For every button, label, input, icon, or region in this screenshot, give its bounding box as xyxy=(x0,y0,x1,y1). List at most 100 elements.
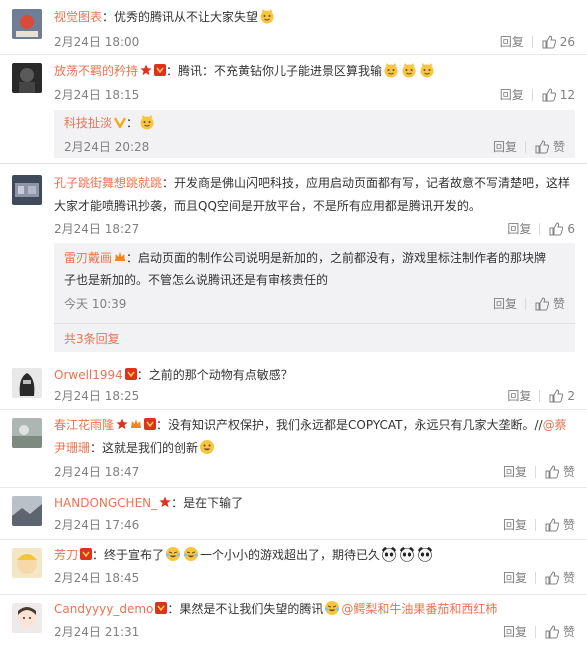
reply-button[interactable]: 回复 xyxy=(507,388,531,404)
username-link[interactable]: 春江花雨隆 xyxy=(54,418,114,432)
avatar[interactable] xyxy=(12,548,42,578)
vip-badge-icon xyxy=(80,548,93,560)
reply-username-link[interactable]: 雷刃戴画 xyxy=(64,251,112,265)
like-button[interactable]: 12 xyxy=(542,87,575,103)
more-replies-link[interactable]: 共3条回复 xyxy=(64,331,120,347)
mention-link[interactable]: 尹珊珊 xyxy=(54,441,90,455)
reply-button[interactable]: 回复 xyxy=(503,517,527,533)
like-button[interactable]: 赞 xyxy=(535,296,565,312)
like-button[interactable]: 赞 xyxy=(545,624,575,640)
like-button[interactable]: 赞 xyxy=(545,570,575,586)
comment-time: 2月24日 21:31 xyxy=(54,625,140,639)
comment-item: Orwell1994 ：之前的那个动物有点敏感？ 2月24日 18:25 回复 2 xyxy=(0,359,587,410)
like-label: 赞 xyxy=(562,465,575,479)
username-link[interactable]: HANDONGCHEN_ xyxy=(54,496,157,510)
avatar-image xyxy=(12,496,42,526)
avatar-image xyxy=(12,175,42,205)
comment-item: 春江花雨隆 ：没有知识产权保护，我们永远都是COPYCAT，永远只有几家大垄断。/… xyxy=(0,409,587,488)
divider xyxy=(0,163,587,164)
comment-text: ：终于宣布了 xyxy=(92,548,165,562)
reply-button[interactable]: 回复 xyxy=(493,139,517,155)
crown-badge-icon xyxy=(115,252,126,261)
comment-time: 2月24日 18:27 xyxy=(54,222,140,236)
comment-text: 一个小小的游戏超出了，期待已久 xyxy=(200,548,381,562)
divider xyxy=(524,298,526,310)
thumbs-up-icon xyxy=(545,571,559,585)
username-link[interactable]: 孔子跳街舞想跳就跳 xyxy=(54,176,162,190)
reply-box: 科技扯淡 ： 2月24日 20:28 回复 赞 xyxy=(54,110,575,158)
like-label: 赞 xyxy=(552,140,565,154)
comment-actions: 回复 赞 xyxy=(503,570,575,586)
reply-button[interactable]: 回复 xyxy=(503,464,527,480)
like-count: 6 xyxy=(567,222,575,236)
reply-button[interactable]: 回复 xyxy=(493,296,517,312)
avatar[interactable] xyxy=(12,603,42,633)
avatar[interactable] xyxy=(12,175,42,205)
avatar-image xyxy=(12,9,42,39)
avatar-image xyxy=(12,63,42,93)
like-count: 2 xyxy=(567,389,575,403)
username-link[interactable]: Candyyyy_demo xyxy=(54,602,153,616)
avatar[interactable] xyxy=(12,496,42,526)
comment-actions: 回复 12 xyxy=(500,87,575,103)
reply-username-link[interactable]: 科技扯淡 xyxy=(64,116,112,130)
reply-button[interactable]: 回复 xyxy=(500,87,524,103)
mention-link[interactable]: @鳄梨和牛油果番茄和西红柿 xyxy=(341,602,497,616)
thumbs-up-icon xyxy=(535,140,549,154)
reply-text: 子也是新加的。不管怎么说腾讯还是有审核责任的 xyxy=(64,273,329,287)
mention-link[interactable]: @蔡 xyxy=(543,418,567,432)
smiley-cat-emoji xyxy=(402,63,416,78)
comment-item: 视觉图表：优秀的腾讯从不让大家失望 2月24日 18:00 回复 26 xyxy=(0,0,587,55)
star-badge-icon xyxy=(159,496,171,508)
comment-text-line: 芳刀 ：终于宣布了 一个小小的游戏超出了，期待已久 xyxy=(54,545,575,565)
divider xyxy=(534,466,536,478)
reply-text-line: 科技扯淡 ： xyxy=(64,113,565,133)
comment-text-line: 放荡不羁的矜持 ：腾讯：不充黄钻你儿子能进景区算我输 xyxy=(54,61,575,81)
smiley-cat-emoji xyxy=(140,115,154,130)
like-button[interactable]: 赞 xyxy=(535,139,565,155)
avatar-image xyxy=(12,368,42,398)
comment-time: 2月24日 18:00 xyxy=(54,35,140,49)
comment-actions: 回复 赞 xyxy=(503,517,575,533)
vip-badge-icon xyxy=(154,64,167,76)
reply-actions: 回复 赞 xyxy=(493,139,565,155)
crown-badge-icon xyxy=(131,419,142,428)
laugh-cry-emoji xyxy=(325,601,340,615)
reply-time: 今天 10:39 xyxy=(64,297,127,311)
reply-box: 雷刃戴画 ：启动页面的制作公司说明是新加的，之前都没有，游戏里标注制作者的那块牌 … xyxy=(54,243,575,352)
comment-time: 2月24日 18:47 xyxy=(54,465,140,479)
username-link[interactable]: 放荡不羁的矜持 xyxy=(54,64,138,78)
reply-button[interactable]: 回复 xyxy=(503,570,527,586)
star-badge-icon xyxy=(140,64,152,76)
like-button[interactable]: 2 xyxy=(549,388,575,404)
reply-text-line: 子也是新加的。不管怎么说腾讯还是有审核责任的 xyxy=(64,270,565,290)
like-button[interactable]: 26 xyxy=(542,34,575,50)
avatar[interactable] xyxy=(12,9,42,39)
avatar[interactable] xyxy=(12,63,42,93)
comment-text-line: Orwell1994 ：之前的那个动物有点敏感？ xyxy=(54,365,575,385)
reply-button[interactable]: 回复 xyxy=(507,221,531,237)
like-label: 赞 xyxy=(552,297,565,311)
avatar[interactable] xyxy=(12,418,42,448)
like-button[interactable]: 赞 xyxy=(545,464,575,480)
username-link[interactable]: Orwell1994 xyxy=(54,368,123,382)
comment-text: ：是在下输了 xyxy=(171,496,244,510)
avatar-image xyxy=(12,603,42,633)
username-link[interactable]: 芳刀 xyxy=(54,548,78,562)
reply-button[interactable]: 回复 xyxy=(500,34,524,50)
comment-actions: 回复 赞 xyxy=(503,464,575,480)
comment-time: 2月24日 18:25 xyxy=(54,389,140,403)
comment-item: HANDONGCHEN_ ：是在下输了 2月24日 17:46 回复 赞 xyxy=(0,487,587,540)
like-button[interactable]: 6 xyxy=(549,221,575,237)
reply-button[interactable]: 回复 xyxy=(503,624,527,640)
comment-time: 2月24日 18:45 xyxy=(54,571,140,585)
reply-text: ：启动页面的制作公司说明是新加的，之前都没有，游戏里标注制作者的那块牌 xyxy=(126,251,547,265)
like-button[interactable]: 赞 xyxy=(545,517,575,533)
like-count: 26 xyxy=(559,35,575,49)
username-link[interactable]: 视觉图表 xyxy=(54,10,102,24)
avatar-image xyxy=(12,548,42,578)
thumbs-up-icon xyxy=(535,297,549,311)
smiley-cat-emoji xyxy=(260,9,274,24)
avatar[interactable] xyxy=(12,368,42,398)
comment-text-line: HANDONGCHEN_ ：是在下输了 xyxy=(54,493,575,513)
